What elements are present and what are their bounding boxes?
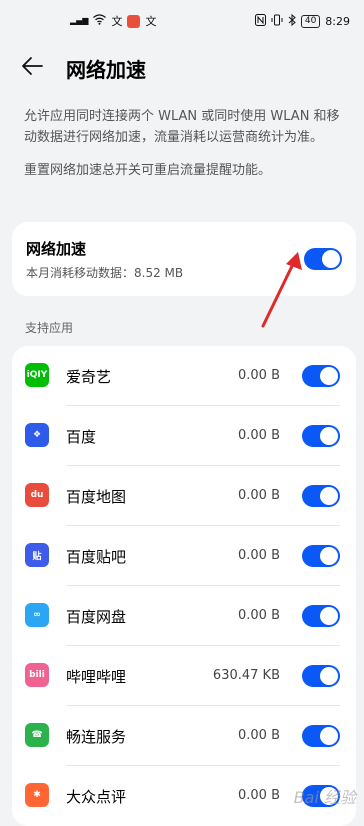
switch-knob xyxy=(320,427,338,445)
status-left: ▂▄▆ 文 文 xyxy=(70,13,156,29)
app-acceleration-switch[interactable] xyxy=(302,725,340,747)
app-data-usage: 0.00 B xyxy=(238,788,280,803)
bluetooth-icon xyxy=(288,13,296,29)
list-item: 贴百度贴吧 0.00 B xyxy=(12,526,356,586)
app-acceleration-switch[interactable] xyxy=(302,665,340,687)
watermark: Bai 经验 xyxy=(293,788,356,807)
app-acceleration-switch[interactable] xyxy=(302,605,340,627)
notification-text-icon: 文 xyxy=(111,15,123,28)
app-data-usage: 0.00 B xyxy=(238,488,280,503)
baidu-map-icon: du xyxy=(25,483,49,507)
list-item: bili 哔哩哔哩 630.47 KB xyxy=(12,646,356,706)
app-data-usage: 0.00 B xyxy=(238,548,280,563)
app-name: 爱奇艺 xyxy=(66,368,112,386)
changlian-icon: ☎ xyxy=(25,723,49,747)
wifi-icon xyxy=(93,14,107,28)
dianping-icon: ✱ xyxy=(25,783,49,807)
vibrate-icon xyxy=(271,14,283,29)
page-title: 网络加速 xyxy=(66,57,146,82)
switch-knob xyxy=(320,667,338,685)
switch-knob xyxy=(322,250,340,268)
app-name: 哔哩哔哩 xyxy=(66,668,127,686)
app-data-usage: 0.00 B xyxy=(238,368,280,383)
app-name: 百度地图 xyxy=(66,488,127,506)
app-name: 大众点评 xyxy=(66,788,127,806)
status-right: 40 8:29 xyxy=(254,13,350,29)
tieba-icon: 贴 xyxy=(25,543,49,567)
app-name: 畅连服务 xyxy=(66,728,127,746)
clock: 8:29 xyxy=(325,14,350,28)
app-data-usage: 0.00 B xyxy=(238,728,280,743)
app-acceleration-switch[interactable] xyxy=(302,545,340,567)
app-data-usage: 630.47 KB xyxy=(212,668,280,683)
app-data-usage: 0.00 B xyxy=(238,428,280,443)
list-item: ∞ 百度网盘 0.00 B xyxy=(12,586,356,646)
baidu-paw-icon: ❖ xyxy=(25,423,49,447)
battery-icon: 40 xyxy=(300,14,321,28)
app-acceleration-switch[interactable] xyxy=(302,365,340,387)
list-item: ☎ 畅连服务 0.00 B xyxy=(12,706,356,766)
app-name: 百度贴吧 xyxy=(66,548,127,566)
switch-knob xyxy=(320,727,338,745)
reset-hint-text: 重置网络加速总开关可重启流量提醒功能。 xyxy=(24,163,272,178)
list-item: du 百度地图 0.00 B xyxy=(12,466,356,526)
nfc-icon xyxy=(254,13,266,29)
red-annotation-arrow xyxy=(261,252,302,328)
switch-knob xyxy=(320,367,338,385)
status-bar: ▂▄▆ 文 文 40 8:29 xyxy=(0,0,364,42)
supported-apps-list: iQIY 爱奇艺 0.00 B ❖ 百度 0.00 B du 百度地图 0.00 B 贴百度贴吧 0… xyxy=(12,346,356,826)
app-acceleration-switch[interactable] xyxy=(302,485,340,507)
description-text: 允许应用同时连接两个 WLAN 或同时使用 WLAN 和移动数据进行网络加速，流… xyxy=(24,109,340,145)
notification-text-icon-2: 文 xyxy=(145,15,157,28)
cellular-signal-icon: ▂▄▆ xyxy=(70,16,89,25)
switch-knob xyxy=(320,487,338,505)
network-acceleration-switch[interactable] xyxy=(304,248,342,270)
monthly-usage-text: 本月消耗移动数据：8.52 MB xyxy=(26,266,184,280)
bilibili-icon: bili xyxy=(25,663,49,687)
switch-knob xyxy=(320,607,338,625)
app-notification-icon xyxy=(127,14,141,28)
page-header: 网络加速 xyxy=(0,42,364,94)
back-arrow-icon[interactable] xyxy=(20,55,52,81)
app-name: 百度 xyxy=(66,428,97,446)
list-item: iQIY 爱奇艺 0.00 B xyxy=(12,346,356,406)
app-acceleration-switch[interactable] xyxy=(302,425,340,447)
app-name: 百度网盘 xyxy=(66,608,127,626)
iqiyi-icon: iQIY xyxy=(25,363,49,387)
section-label: 支持应用 xyxy=(25,321,74,335)
main-toggle-title: 网络加速 xyxy=(26,240,87,258)
switch-knob xyxy=(320,547,338,565)
list-item: ❖ 百度 0.00 B xyxy=(12,406,356,466)
app-data-usage: 0.00 B xyxy=(238,608,280,623)
baidu-netdisk-icon: ∞ xyxy=(25,603,49,627)
